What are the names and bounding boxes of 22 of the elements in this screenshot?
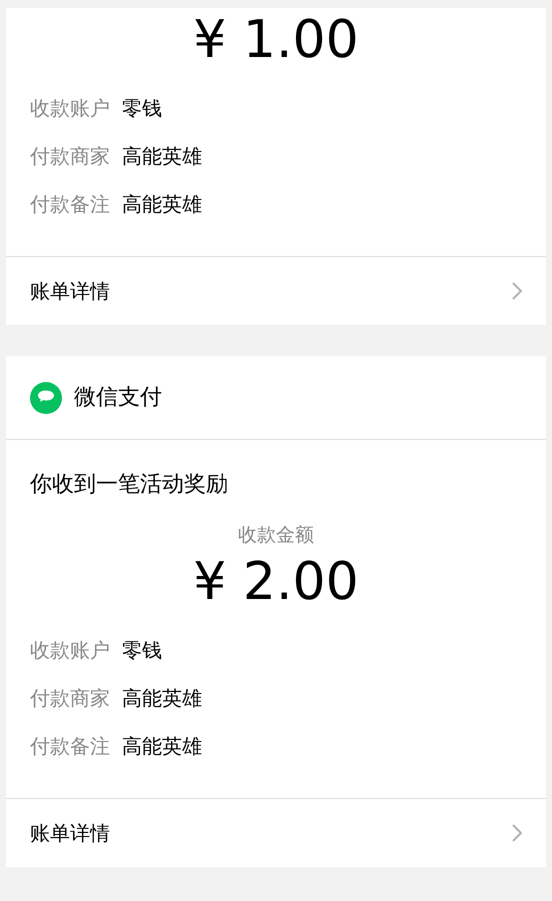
field-label: 付款备注 xyxy=(30,732,110,760)
field-label: 收款账户 xyxy=(30,95,110,122)
field-value: 高能英雄 xyxy=(122,732,202,760)
header-title: 微信支付 xyxy=(74,384,162,412)
field-value: 高能英雄 xyxy=(122,191,202,218)
amount: ¥ 1.00 xyxy=(193,9,359,72)
chevron-right-icon xyxy=(512,824,522,842)
bill-details-link[interactable]: 账单详情 xyxy=(6,798,546,866)
field-value: 零钱 xyxy=(122,95,162,122)
field-label: 收款账户 xyxy=(30,636,110,664)
chat-bubble-icon xyxy=(30,382,62,414)
field-value: 高能英雄 xyxy=(122,684,202,712)
chevron-right-icon xyxy=(512,282,522,300)
bill-details-link[interactable]: 账单详情 xyxy=(6,256,546,325)
field-label: 付款商家 xyxy=(30,684,110,712)
amount-label: 收款金额 xyxy=(238,523,314,548)
amount: ¥ 2.00 xyxy=(193,550,359,614)
field-value: 零钱 xyxy=(122,636,162,664)
notice-title: 你收到一笔活动奖励 xyxy=(30,472,228,497)
field-value: 高能英雄 xyxy=(122,143,202,170)
field-label: 付款备注 xyxy=(30,191,110,218)
field-label: 付款商家 xyxy=(30,143,110,170)
